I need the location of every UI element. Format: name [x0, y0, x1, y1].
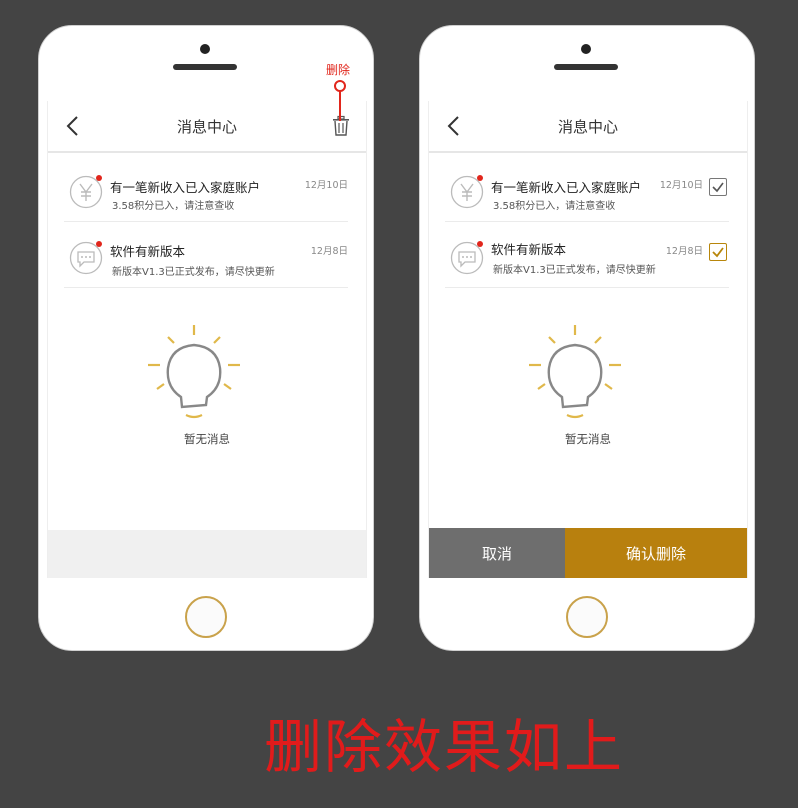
message-title: 软件有新版本 — [491, 242, 567, 257]
speaker — [173, 64, 237, 70]
phone-left: 消息中心 有一笔新收入已入家庭账户 3.58积分已入，请注意查收 12月10日 — [38, 25, 374, 651]
screen-left: 消息中心 有一笔新收入已入家庭账户 3.58积分已入，请注意查收 12月10日 — [47, 101, 367, 578]
camera — [200, 44, 210, 54]
message-subtitle: 3.58积分已入，请注意查收 — [112, 201, 235, 212]
navbar: 消息中心 — [48, 101, 366, 153]
message-subtitle: 新版本V1.3已正式发布，请尽快更新 — [112, 267, 275, 278]
message-date: 12月10日 — [304, 180, 348, 191]
message-subtitle: 3.58积分已入，请注意查收 — [493, 201, 616, 212]
list-item[interactable]: 软件有新版本 新版本V1.3已正式发布，请尽快更新 12月8日 — [64, 223, 348, 288]
annotation-label: 删除 — [326, 63, 351, 77]
message-subtitle: 新版本V1.3已正式发布，请尽快更新 — [493, 265, 656, 276]
annotation-marker — [334, 80, 346, 92]
annotation-line — [339, 87, 341, 121]
screen-right: 消息中心 有一笔新收入已入家庭账户 3.58积分已入，请注意查收 12月10日 … — [428, 101, 748, 578]
bottom-bar — [48, 530, 366, 578]
checkbox[interactable] — [709, 178, 727, 196]
list-item[interactable]: 有一笔新收入已入家庭账户 3.58积分已入，请注意查收 12月10日 — [445, 157, 729, 222]
message-date: 12月8日 — [665, 246, 703, 257]
navbar: 消息中心 — [429, 101, 747, 153]
lightbulb-icon — [148, 325, 240, 419]
camera — [581, 44, 591, 54]
confirm-delete-button[interactable]: 确认删除 — [565, 528, 747, 578]
cancel-button[interactable]: 取消 — [429, 528, 565, 578]
list-item[interactable]: 有一笔新收入已入家庭账户 3.58积分已入，请注意查收 12月10日 — [64, 157, 348, 222]
message-title: 软件有新版本 — [110, 244, 186, 259]
home-button[interactable] — [566, 596, 608, 638]
checkbox[interactable] — [709, 243, 727, 261]
speaker — [554, 64, 618, 70]
message-date: 12月10日 — [659, 180, 703, 191]
trash-icon[interactable] — [330, 115, 352, 137]
message-title: 有一笔新收入已入家庭账户 — [110, 180, 261, 195]
unread-dot — [96, 175, 102, 181]
unread-dot — [477, 241, 483, 247]
phone-right: 消息中心 有一笔新收入已入家庭账户 3.58积分已入，请注意查收 12月10日 … — [419, 25, 755, 651]
unread-dot — [477, 175, 483, 181]
home-button[interactable] — [185, 596, 227, 638]
caption: 删除效果如上 — [263, 713, 624, 781]
lightbulb-icon — [529, 325, 621, 419]
empty-state-text: 暂无消息 — [184, 432, 230, 446]
list-item[interactable]: 软件有新版本 新版本V1.3已正式发布，请尽快更新 12月8日 — [445, 223, 729, 288]
page-title: 消息中心 — [557, 118, 618, 136]
empty-state-text: 暂无消息 — [565, 432, 611, 446]
action-bar: 取消 确认删除 — [429, 528, 747, 578]
message-date: 12月8日 — [310, 246, 348, 257]
page-title: 消息中心 — [176, 118, 237, 136]
message-title: 有一笔新收入已入家庭账户 — [491, 180, 642, 195]
unread-dot — [96, 241, 102, 247]
